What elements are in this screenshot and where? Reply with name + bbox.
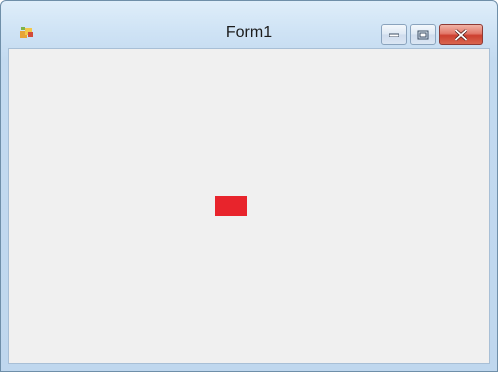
title-bar[interactable]: Form1 <box>1 1 497 45</box>
maximize-button[interactable] <box>410 24 436 45</box>
minimize-button[interactable] <box>381 24 407 45</box>
form-client-area[interactable] <box>8 48 490 364</box>
minimize-icon <box>389 33 399 37</box>
maximize-icon <box>417 30 429 39</box>
close-button[interactable] <box>439 24 483 45</box>
form1-window: Form1 <box>0 0 498 372</box>
close-icon <box>455 29 467 40</box>
red-rectangle <box>215 196 247 216</box>
caption-buttons <box>381 24 483 45</box>
